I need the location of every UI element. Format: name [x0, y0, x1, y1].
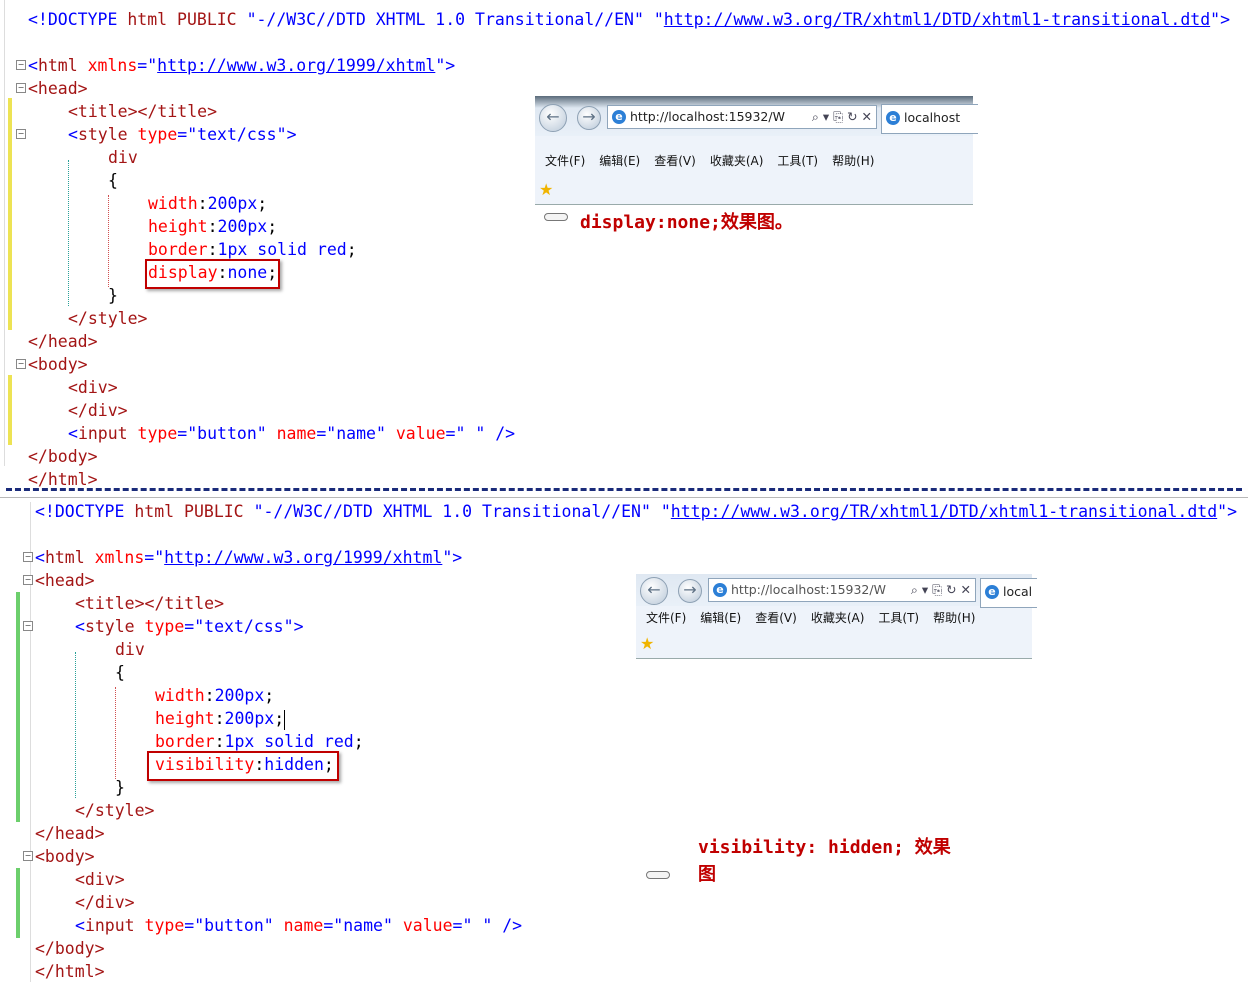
note-line-2: 图	[698, 864, 716, 885]
bottom-gutter-bar-head	[16, 592, 20, 822]
xmlns-link[interactable]: http://www.w3.org/1999/xhtml	[164, 548, 442, 567]
note-display-none: display:none;效果图。	[580, 212, 793, 233]
menu-file[interactable]: 文件(F)	[545, 154, 585, 168]
menu-file[interactable]: 文件(F)	[646, 611, 686, 625]
ie-icon: e	[713, 582, 727, 597]
search-refresh-icons: ⌕ ▾ ⎘ ↻ ✕	[910, 582, 971, 597]
favorites-star-icon[interactable]: ★	[640, 634, 654, 653]
indent-guide	[115, 687, 116, 779]
collapse-toggle-body[interactable]: −	[23, 851, 33, 861]
top-gutter-bar-body	[8, 375, 12, 445]
collapse-toggle-html[interactable]: −	[23, 552, 33, 562]
menu-help[interactable]: 帮助(H)	[933, 611, 975, 625]
note-line-1: visibility: hidden; 效果	[698, 837, 951, 858]
collapse-toggle-head[interactable]: −	[23, 575, 33, 585]
menu-edit[interactable]: 编辑(E)	[700, 611, 741, 625]
browser-window-2: ← → e http://localhost:15932/W ⌕ ▾ ⎘ ↻ ✕ …	[636, 574, 1037, 659]
menu-bar: 文件(F) 编辑(E) 查看(V) 收藏夹(A) 工具(T) 帮助(H)	[545, 152, 888, 169]
bottom-code-panel: − − − − <!DOCTYPE html PUBLIC "-//W3C//D…	[0, 492, 1248, 990]
browser-tab[interactable]: e local	[980, 578, 1037, 608]
collapse-toggle-head[interactable]: −	[16, 83, 26, 93]
address-bar[interactable]: e http://localhost:15932/W ⌕ ▾ ⎘ ↻ ✕	[708, 578, 976, 602]
text-cursor	[284, 710, 285, 730]
top-gutter-line	[4, 0, 5, 466]
collapse-toggle-body[interactable]: −	[16, 359, 26, 369]
forward-button[interactable]: →	[678, 579, 702, 603]
dtd-link[interactable]: http://www.w3.org/TR/xhtml1/DTD/xhtml1-t…	[671, 502, 1217, 521]
ie-icon: e	[985, 584, 999, 599]
top-gutter-bar-head	[8, 98, 12, 330]
top-code-panel: − − − − <!DOCTYPE html PUBLIC "-//W3C//D…	[0, 0, 1248, 490]
forward-button[interactable]: →	[577, 106, 601, 130]
search-refresh-icons: ⌕ ▾ ⎘ ↻ ✕	[811, 109, 872, 124]
bottom-gutter-bar-body	[16, 868, 20, 938]
rendered-button-preview[interactable]	[544, 213, 568, 221]
collapse-toggle-html[interactable]: −	[16, 60, 26, 70]
highlight-box-display	[145, 259, 280, 289]
address-url: http://localhost:15932/W	[630, 109, 785, 124]
menu-bar: 文件(F) 编辑(E) 查看(V) 收藏夹(A) 工具(T) 帮助(H)	[646, 609, 989, 626]
highlight-box-visibility	[147, 751, 339, 781]
ie-icon: e	[886, 110, 900, 125]
menu-edit[interactable]: 编辑(E)	[599, 154, 640, 168]
indent-guide	[108, 195, 109, 287]
note-visibility-hidden: visibility: hidden; 效果 图	[698, 834, 951, 888]
xmlns-link[interactable]: http://www.w3.org/1999/xhtml	[157, 56, 435, 75]
menu-favorites[interactable]: 收藏夹(A)	[811, 611, 865, 625]
bottom-code-text: <!DOCTYPE html PUBLIC "-//W3C//DTD XHTML…	[35, 502, 1238, 981]
address-bar[interactable]: e http://localhost:15932/W ⌕ ▾ ⎘ ↻ ✕	[607, 105, 877, 129]
menu-tools[interactable]: 工具(T)	[777, 154, 818, 168]
collapse-toggle-style[interactable]: −	[23, 621, 33, 631]
collapse-toggle-style[interactable]: −	[16, 129, 26, 139]
browser-tab[interactable]: e localhost	[881, 104, 978, 134]
tab-label: local	[1003, 584, 1033, 599]
tab-label: localhost	[904, 110, 961, 125]
bottom-gutter-line	[30, 502, 31, 982]
indent-guide	[68, 160, 69, 306]
menu-view[interactable]: 查看(V)	[755, 611, 797, 625]
rendered-button-preview[interactable]	[646, 871, 670, 879]
back-button[interactable]: ←	[539, 104, 567, 132]
dtd-link[interactable]: http://www.w3.org/TR/xhtml1/DTD/xhtml1-t…	[664, 10, 1210, 29]
back-button[interactable]: ←	[640, 577, 668, 605]
menu-view[interactable]: 查看(V)	[654, 154, 696, 168]
browser-window-1: ← → e http://localhost:15932/W ⌕ ▾ ⎘ ↻ ✕ …	[535, 96, 978, 205]
section-divider	[6, 488, 1242, 491]
address-url: http://localhost:15932/W	[731, 582, 886, 597]
top-code-text: <!DOCTYPE html PUBLIC "-//W3C//DTD XHTML…	[28, 10, 1231, 489]
favorites-star-icon[interactable]: ★	[539, 180, 553, 199]
menu-tools[interactable]: 工具(T)	[878, 611, 919, 625]
menu-favorites[interactable]: 收藏夹(A)	[710, 154, 764, 168]
indent-guide	[75, 652, 76, 798]
ie-icon: e	[612, 109, 626, 124]
menu-help[interactable]: 帮助(H)	[832, 154, 874, 168]
